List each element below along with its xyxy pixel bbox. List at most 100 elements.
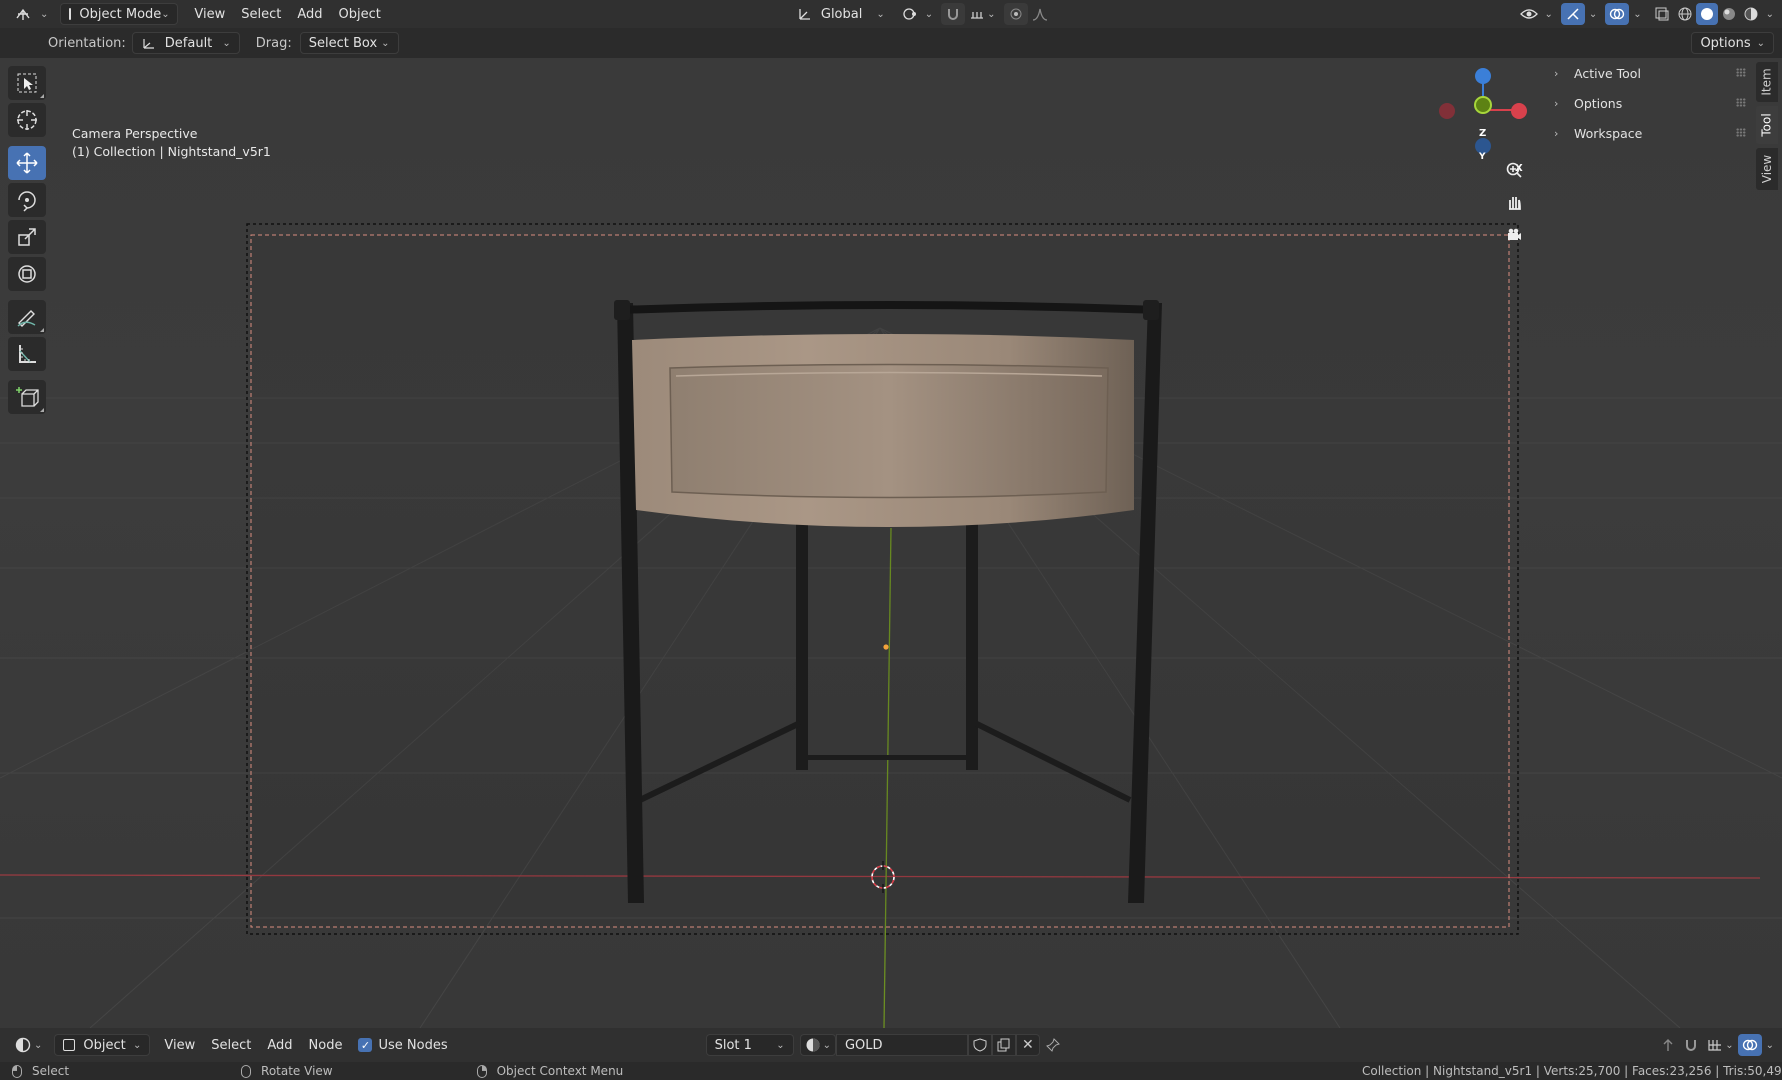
parent-node-tree-button[interactable]: [1657, 1034, 1679, 1056]
material-slot-dropdown[interactable]: Slot 1 ⌄: [705, 1034, 794, 1056]
pin-button[interactable]: [1040, 1034, 1066, 1056]
menu-select[interactable]: Select: [233, 3, 289, 25]
shading-solid[interactable]: [1695, 3, 1718, 25]
drag-dropdown[interactable]: Select Box ⌄: [299, 32, 399, 54]
panel-options[interactable]: › Options: [1546, 90, 1752, 116]
shading-wireframe[interactable]: [1674, 3, 1696, 25]
camera-view-button[interactable]: [1500, 220, 1528, 248]
status-context-label: Object Context Menu: [496, 1064, 624, 1078]
camera-icon: [1508, 228, 1521, 240]
node-overlays-dropdown[interactable]: ⌄: [1762, 1034, 1778, 1056]
falloff-curve-icon: [1032, 8, 1047, 21]
object-data-icon: [63, 1039, 76, 1051]
slot-label: Slot 1: [714, 1037, 752, 1053]
gizmo-y-label: Y: [1479, 152, 1486, 162]
node-menu-node[interactable]: Node: [301, 1034, 351, 1056]
snap-target-dropdown[interactable]: ⌄: [965, 3, 999, 25]
viewport-info: Camera Perspective (1) Collection | Nigh…: [72, 124, 271, 162]
chevron-right-icon: ›: [1554, 66, 1559, 80]
pan-button[interactable]: [1500, 188, 1528, 216]
tool-select-box[interactable]: [8, 66, 46, 100]
node-menu-view[interactable]: View: [156, 1034, 203, 1056]
drag-handle-icon[interactable]: [1736, 98, 1746, 107]
shader-editor-header: ⌄ Object ⌄ View Select Add Node ✓ Use No…: [0, 1028, 1782, 1062]
tool-add-cube[interactable]: [8, 380, 46, 414]
fake-user-button[interactable]: [967, 1034, 992, 1056]
mode-dropdown[interactable]: Object Mode ⌄: [60, 3, 179, 25]
status-bar: Select Rotate View Object Context Menu C…: [0, 1062, 1782, 1080]
select-box-icon: [17, 73, 37, 93]
transform-icon: [18, 265, 36, 283]
solid-shading-icon: [1700, 8, 1713, 20]
use-nodes-checkbox[interactable]: ✓ Use Nodes: [350, 1034, 455, 1056]
sidebar-tabs: Item Tool View: [1756, 62, 1782, 194]
gizmo-dropdown[interactable]: ⌄: [1585, 3, 1601, 25]
status-rotate-view: Rotate View: [241, 1064, 333, 1078]
node-overlays-toggle[interactable]: [1737, 1034, 1762, 1056]
tool-rotate[interactable]: [8, 183, 46, 217]
zoom-button[interactable]: [1500, 156, 1528, 184]
drag-handle-icon[interactable]: [1736, 68, 1746, 77]
tool-scale[interactable]: [8, 220, 46, 254]
arrow-up-icon: [1663, 1039, 1673, 1051]
snap-increment-icon: [971, 12, 984, 19]
editor-type-button-bottom[interactable]: ⌄: [6, 1034, 50, 1056]
tool-measure[interactable]: [8, 337, 46, 371]
proportional-edit-icon: [1010, 8, 1022, 20]
editor-type-button[interactable]: ⌄: [6, 3, 56, 25]
visibility-dropdown[interactable]: ⌄: [1512, 3, 1560, 25]
top-header: ⌄ Object Mode ⌄ View Select Add Object G…: [0, 0, 1782, 28]
orientation-label: Global: [820, 6, 863, 22]
proportional-falloff-dropdown[interactable]: [1028, 3, 1052, 25]
shield-icon: [973, 1038, 987, 1052]
gizmo-z-label: Z: [1479, 128, 1487, 139]
shading-dropdown[interactable]: ⌄: [1762, 3, 1778, 25]
overlays-dropdown[interactable]: ⌄: [1629, 3, 1645, 25]
unlink-material-button[interactable]: ✕: [1015, 1034, 1040, 1056]
left-toolbar: [8, 66, 46, 417]
material-browse-button[interactable]: ⌄: [799, 1034, 836, 1056]
node-snap-target-dropdown[interactable]: ⌄: [1703, 1034, 1737, 1056]
drag-handle-icon[interactable]: [1736, 128, 1746, 137]
menu-add[interactable]: Add: [289, 3, 330, 25]
panel-active-tool[interactable]: › Active Tool: [1546, 60, 1752, 86]
tool-move[interactable]: [8, 146, 46, 180]
duplicate-icon: [997, 1038, 1010, 1052]
gizmo-toggle[interactable]: [1560, 3, 1585, 25]
menu-object[interactable]: Object: [331, 3, 389, 25]
shading-rendered[interactable]: [1740, 3, 1762, 25]
proportional-edit-toggle[interactable]: [1003, 3, 1028, 25]
chevron-right-icon: ›: [1554, 126, 1559, 140]
node-snap-toggle[interactable]: [1679, 1034, 1703, 1056]
snap-toggle[interactable]: [941, 3, 966, 25]
navigation-gizmo[interactable]: [1439, 68, 1527, 154]
tab-tool[interactable]: Tool: [1756, 106, 1778, 144]
node-menu-select[interactable]: Select: [203, 1034, 259, 1056]
status-select-label: Select: [32, 1064, 70, 1078]
panel-workspace[interactable]: › Workspace: [1546, 120, 1752, 146]
options-dropdown[interactable]: Options ⌄: [1691, 32, 1774, 54]
tab-item[interactable]: Item: [1756, 62, 1778, 102]
3d-viewport[interactable]: Z X Y Camera Perspective (1) Collection …: [0, 58, 1782, 1028]
wireframe-shading-icon: [1678, 7, 1692, 21]
panel-options-label: Options: [1574, 95, 1623, 111]
checkbox-checked-icon: ✓: [358, 1038, 373, 1052]
pivot-point-dropdown[interactable]: ⌄: [893, 3, 941, 25]
overlays-toggle[interactable]: [1605, 3, 1630, 25]
duplicate-material-button[interactable]: [991, 1034, 1016, 1056]
tool-cursor[interactable]: [8, 103, 46, 137]
menu-view[interactable]: View: [186, 3, 233, 25]
xray-toggle[interactable]: [1650, 3, 1674, 25]
tool-transform[interactable]: [8, 257, 46, 291]
shader-type-dropdown[interactable]: Object ⌄: [54, 1034, 151, 1056]
transform-orientation-dropdown[interactable]: Global ⌄: [789, 3, 893, 25]
shading-material[interactable]: [1718, 3, 1740, 25]
tool-annotate[interactable]: [8, 300, 46, 334]
mouse-right-icon: [476, 1064, 487, 1078]
gizmo-neg-x: [1439, 103, 1455, 119]
tab-view[interactable]: View: [1756, 148, 1778, 190]
status-rotate-label: Rotate View: [261, 1064, 333, 1078]
orientation-dropdown[interactable]: Default ⌄: [131, 32, 240, 54]
node-menu-add[interactable]: Add: [259, 1034, 300, 1056]
material-name-field[interactable]: GOLD: [835, 1034, 968, 1056]
